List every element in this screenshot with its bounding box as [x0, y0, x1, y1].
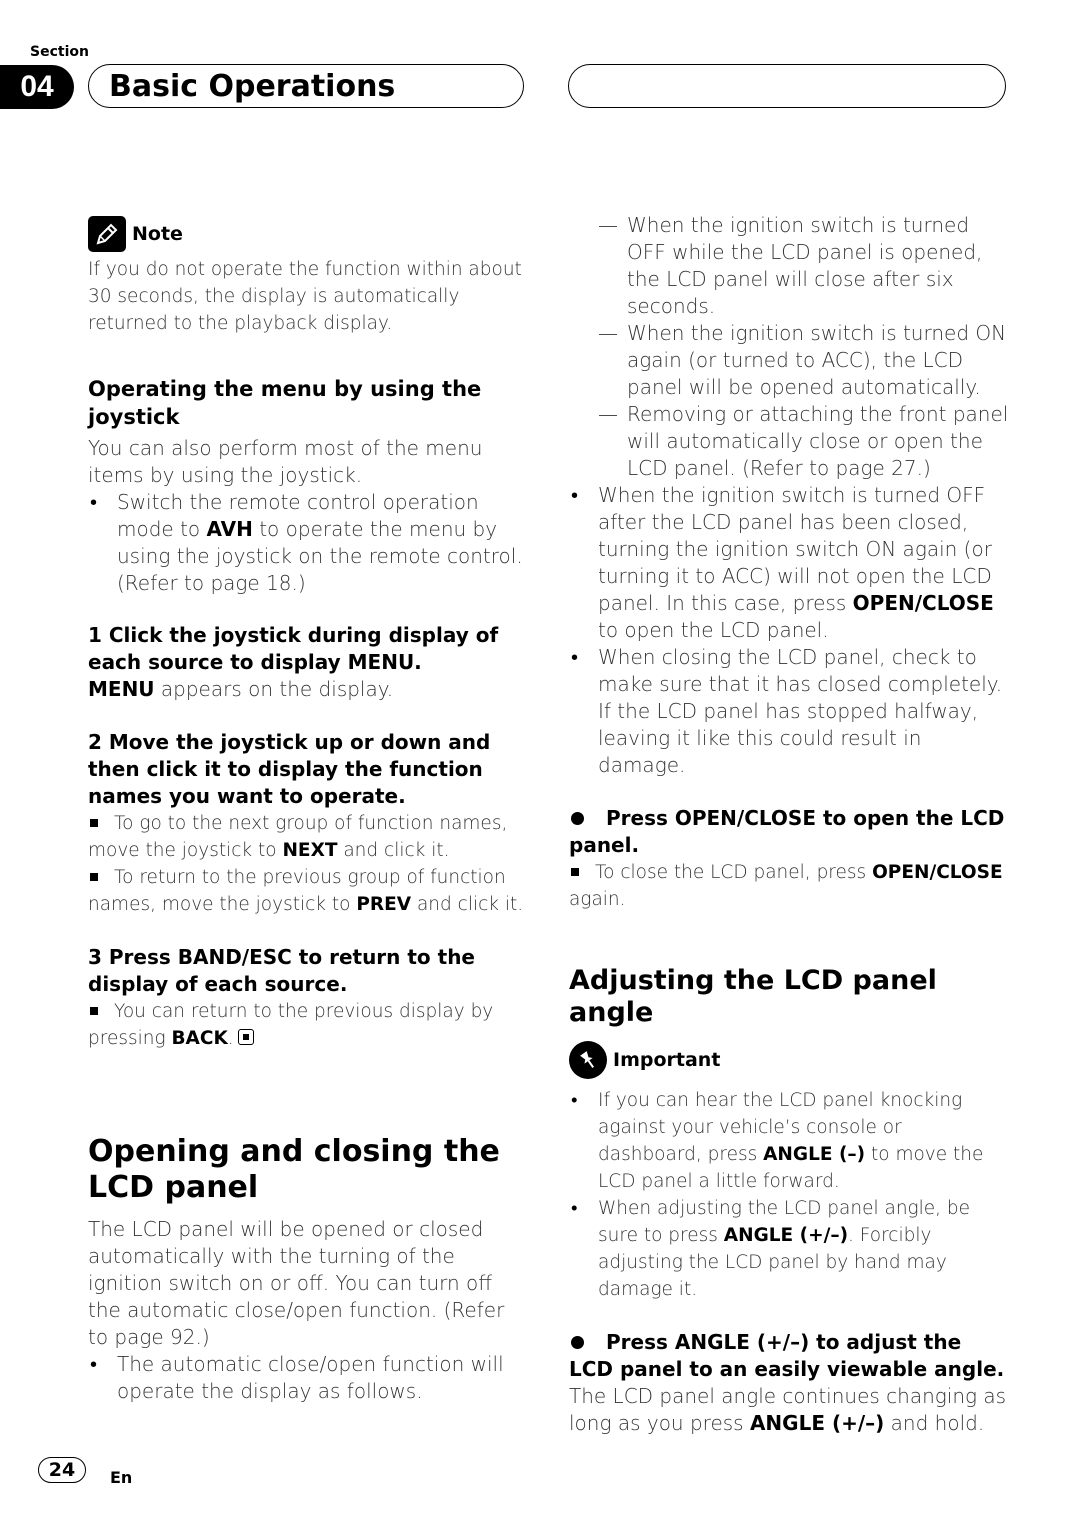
press-open-note: To close the LCD panel, press OPEN/CLOSE…: [569, 859, 1009, 913]
language-label: En: [110, 1468, 133, 1487]
header-empty-pill: [568, 64, 1006, 108]
angle-heading: Adjusting the LCD panel angle: [569, 965, 937, 1028]
text: When the ignition switch is turned OFF w…: [627, 213, 983, 318]
dash-mark: —: [598, 213, 618, 237]
text: and hold.: [884, 1411, 985, 1435]
press-open-heading: Press OPEN/CLOSE to open the LCD panel.: [569, 805, 1009, 859]
end-of-section-icon: [237, 1029, 254, 1045]
section-label: Section: [30, 44, 89, 60]
important-bullet: If you can hear the LCD panel knocking a…: [569, 1087, 1009, 1195]
open-close-keyword: OPEN/CLOSE: [852, 591, 994, 615]
page-title: Basic Operations: [88, 64, 524, 108]
text: To close the LCD panel, press: [595, 862, 873, 883]
angle-step-heading: Press ANGLE (+/–) to adjust the LCD pane…: [569, 1329, 1009, 1383]
right-column: — When the ignition switch is turned OFF …: [569, 212, 1009, 1437]
square-bullet-icon: [571, 867, 579, 876]
text: .: [227, 1028, 234, 1049]
text: appears on the display.: [154, 677, 394, 701]
dash-item: — When the ignition switch is turned ON a…: [569, 320, 1009, 401]
step2-note-next: To go to the next group of function name…: [88, 810, 528, 864]
open-close-keyword: OPEN/CLOSE: [872, 862, 1003, 883]
opening-body: The LCD panel will be opened or closed a…: [88, 1217, 505, 1349]
pencil-icon: [88, 216, 126, 252]
closing-bullet: When closing the LCD panel, check to mak…: [569, 644, 1009, 779]
joystick-bullet: Switch the remote control operation mode…: [88, 489, 528, 597]
left-column: Note If you do not operate the function …: [88, 216, 528, 1405]
text: Removing or attaching the front panel wi…: [627, 402, 1009, 480]
text: and click it.: [411, 894, 524, 915]
opening-heading: Opening and closing the LCD panel: [88, 1134, 500, 1205]
note-header: Note: [88, 216, 528, 252]
ignition-bullet: When the ignition switch is turned OFF a…: [569, 482, 1009, 644]
back-keyword: BACK: [171, 1028, 228, 1049]
joystick-intro: You can also perform most of the menu it…: [88, 436, 483, 487]
dash-item: — Removing or attaching the front panel w…: [569, 401, 1009, 482]
menu-keyword: MENU: [88, 677, 155, 701]
important-header: Important: [569, 1041, 1009, 1079]
step1-body: MENU appears on the display.: [88, 676, 528, 703]
text: When the ignition switch is turned ON ag…: [627, 321, 1007, 399]
important-bullet: When adjusting the LCD panel angle, be s…: [569, 1195, 1009, 1303]
note-text: If you do not operate the function withi…: [88, 259, 522, 334]
avh-keyword: AVH: [206, 517, 253, 541]
dash-item: — When the ignition switch is turned OFF …: [569, 212, 1009, 320]
step3-note: You can return to the previous display b…: [88, 998, 528, 1052]
prev-keyword: PREV: [356, 894, 412, 915]
page-number: 24: [38, 1457, 86, 1483]
opening-bullet: The automatic close/open function will o…: [88, 1351, 528, 1405]
step3-heading: 3 Press BAND/ESC to return to the displa…: [88, 945, 475, 996]
text: Press OPEN/CLOSE to open the LCD panel.: [569, 806, 1005, 857]
square-bullet-icon: [90, 1006, 98, 1015]
section-number-badge: 04: [0, 65, 74, 109]
step-dot-icon: [571, 1335, 584, 1349]
text: You can return to the previous display b…: [88, 1001, 494, 1049]
note-label: Note: [132, 223, 183, 245]
important-label: Important: [613, 1049, 721, 1071]
angle-keyword: ANGLE (+/–): [723, 1225, 849, 1246]
dash-mark: —: [598, 321, 618, 345]
angle-minus-keyword: ANGLE (–): [763, 1144, 866, 1165]
square-bullet-icon: [90, 818, 98, 827]
text: to open the LCD panel.: [598, 618, 829, 642]
step2-heading: 2 Move the joystick up or down and then …: [88, 730, 491, 808]
angle-step-body: The LCD panel angle continues changing a…: [569, 1383, 1009, 1437]
step2-note-prev: To return to the previous group of funct…: [88, 864, 528, 918]
step1-heading: 1 Click the joystick during display of e…: [88, 623, 499, 674]
next-keyword: NEXT: [282, 840, 338, 861]
dash-mark: —: [598, 402, 618, 426]
joystick-heading: Operating the menu by using the joystick: [88, 377, 482, 429]
pushpin-icon: [569, 1041, 607, 1079]
square-bullet-icon: [90, 872, 98, 881]
text: again.: [569, 889, 626, 910]
text: and click it.: [337, 840, 450, 861]
step-dot-icon: [571, 811, 584, 825]
text: Press ANGLE (+/–) to adjust the LCD pane…: [569, 1330, 1005, 1381]
angle-keyword: ANGLE (+/–): [749, 1411, 885, 1435]
